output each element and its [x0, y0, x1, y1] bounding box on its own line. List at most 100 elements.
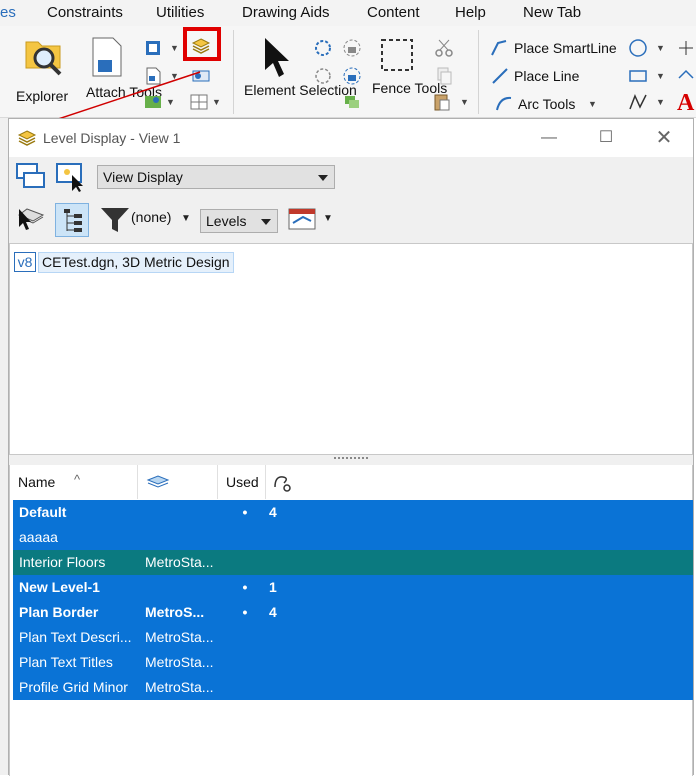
- place-smartline-label: Place SmartLine: [514, 40, 617, 56]
- menu-item-utilities[interactable]: Utilities: [156, 4, 204, 21]
- table-row[interactable]: Profile Grid Minor MetroSta...: [13, 675, 693, 700]
- file-tree-pane: v8 CETest.dgn, 3D Metric Design: [9, 243, 693, 455]
- list-header: Name ^ Used: [10, 465, 692, 499]
- smartline-icon: [491, 40, 507, 56]
- minimize-button[interactable]: —: [537, 127, 561, 149]
- ribbon: Explorer Attach Tools ▼ ▼ ▼ ▼ Element Se…: [0, 26, 696, 133]
- table-row[interactable]: Plan Text Titles MetroSta...: [13, 650, 693, 675]
- chevron-down-icon: [318, 175, 328, 181]
- ribbon-separator: [233, 30, 234, 114]
- table-row[interactable]: Plan Border MetroS... • 4: [13, 600, 693, 625]
- circle-icon[interactable]: [628, 38, 648, 58]
- arc-tools-button[interactable]: Arc Tools ▼: [494, 94, 626, 114]
- chevron-down-icon: ▼: [181, 213, 191, 224]
- funnel-icon[interactable]: [99, 204, 131, 236]
- menu-item-drawing-aids[interactable]: Drawing Aids: [242, 4, 330, 21]
- level-display-dialog: Level Display - View 1 — ☐ ✕ View Displa…: [8, 118, 694, 776]
- level-select-icon[interactable]: [15, 203, 47, 235]
- level-model-cell: MetroSta...: [145, 654, 214, 670]
- dashed-rectangle-icon: [381, 39, 413, 71]
- table-row[interactable]: Plan Text Descri... MetroSta...: [13, 625, 693, 650]
- level-used-cell: •: [242, 504, 248, 520]
- column-header-used[interactable]: Used: [218, 465, 266, 499]
- tree-view-toggle[interactable]: [55, 203, 89, 237]
- level-name-cell: aaaaa: [19, 529, 58, 545]
- chevron-down-icon[interactable]: ▼: [656, 71, 665, 81]
- level-name-cell: New Level-1: [19, 579, 100, 595]
- place-line-button[interactable]: Place Line: [490, 66, 622, 86]
- ribbon-separator: [478, 30, 479, 114]
- toolbar-row-1: View Display: [9, 161, 693, 195]
- view-display-value: View Display: [103, 169, 183, 185]
- paste-icon[interactable]: [432, 92, 452, 112]
- filter-select[interactable]: (none) ▼: [131, 209, 193, 231]
- level-model-cell: MetroS...: [145, 604, 205, 620]
- level-count-cell: 4: [269, 504, 277, 520]
- menu-item-content[interactable]: Content: [367, 4, 420, 21]
- column-header-elements[interactable]: [266, 465, 306, 499]
- v8-badge-icon: v8: [14, 252, 36, 272]
- copy-icon[interactable]: [434, 66, 454, 86]
- level-model-cell: MetroSta...: [145, 554, 214, 570]
- circle-dashed-icon[interactable]: [313, 66, 333, 86]
- windows-icon[interactable]: [15, 161, 47, 193]
- dialog-titlebar[interactable]: Level Display - View 1 — ☐ ✕: [9, 119, 693, 157]
- table-row[interactable]: New Level-1 • 1: [13, 575, 693, 600]
- lock-icon[interactable]: [342, 38, 362, 58]
- level-name-cell: Interior Floors: [19, 554, 106, 570]
- menu-bar: es Constraints Utilities Drawing Aids Co…: [0, 0, 696, 26]
- column-header-model[interactable]: [138, 465, 218, 499]
- level-model-cell: MetroSta...: [145, 629, 214, 645]
- group-icon[interactable]: [342, 92, 362, 112]
- level-model-cell: MetroSta...: [145, 679, 214, 695]
- place-smartline-button[interactable]: Place SmartLine: [490, 38, 622, 58]
- text-tool-icon[interactable]: A: [677, 90, 694, 117]
- table-row[interactable]: Interior Floors MetroSta...: [13, 550, 693, 575]
- fence-tools-button[interactable]: Fence Tools: [370, 32, 448, 114]
- chevron-up-icon[interactable]: [676, 66, 696, 86]
- circle-select-icon[interactable]: [313, 38, 333, 58]
- column-header-name-label: Name: [18, 474, 56, 490]
- arc-icon: [496, 96, 512, 111]
- element-selection-label: Element Selection: [244, 82, 357, 98]
- level-name-cell: Profile Grid Minor: [19, 679, 128, 695]
- place-line-label: Place Line: [514, 68, 580, 84]
- chevron-down-icon[interactable]: ▼: [656, 97, 665, 107]
- level-name-cell: Plan Border: [19, 604, 99, 620]
- levels-select[interactable]: Levels: [200, 209, 278, 233]
- menu-item-new-tab[interactable]: New Tab: [523, 4, 581, 21]
- menu-item-help[interactable]: Help: [455, 4, 486, 21]
- table-row[interactable]: Default • 4: [13, 500, 693, 525]
- scissors-icon[interactable]: [434, 38, 454, 58]
- chevron-down-icon: [261, 219, 271, 225]
- view-attributes-icon[interactable]: [55, 161, 87, 193]
- symbology-icon[interactable]: [287, 205, 317, 233]
- fence-tools-label: Fence Tools: [372, 80, 448, 96]
- cursor-arrow-icon: [265, 38, 289, 77]
- unlock-icon[interactable]: [342, 66, 362, 86]
- dialog-title: Level Display - View 1: [43, 130, 181, 146]
- model-layers-icon: [146, 475, 170, 488]
- level-used-cell: •: [242, 579, 248, 595]
- chevron-down-icon[interactable]: ▼: [323, 213, 333, 224]
- curve-icon[interactable]: [628, 92, 648, 112]
- background-strip: [0, 118, 8, 775]
- close-button[interactable]: ✕: [652, 127, 676, 149]
- view-display-select[interactable]: View Display: [97, 165, 335, 189]
- column-header-name[interactable]: Name ^: [10, 465, 138, 499]
- arc-tools-label: Arc Tools: [518, 96, 576, 112]
- chevron-down-icon[interactable]: ▼: [656, 43, 665, 53]
- chevron-down-icon[interactable]: ▼: [460, 97, 469, 107]
- pane-splitter[interactable]: [9, 455, 693, 465]
- table-row[interactable]: aaaaa: [13, 525, 693, 550]
- element-selection-button[interactable]: Element Selection: [240, 32, 357, 116]
- menu-item-partial[interactable]: es: [0, 4, 16, 21]
- maximize-button[interactable]: ☐: [594, 127, 618, 149]
- rectangle-icon[interactable]: [628, 66, 648, 86]
- line-icon: [492, 68, 508, 84]
- plus-icon[interactable]: [676, 38, 696, 58]
- menu-item-constraints[interactable]: Constraints: [47, 4, 123, 21]
- tree-item-label: CETest.dgn, 3D Metric Design: [38, 252, 234, 273]
- column-header-used-label: Used: [226, 474, 259, 490]
- level-list-pane: Name ^ Used Default • 4 aaaaa Interior Floor…: [9, 465, 693, 776]
